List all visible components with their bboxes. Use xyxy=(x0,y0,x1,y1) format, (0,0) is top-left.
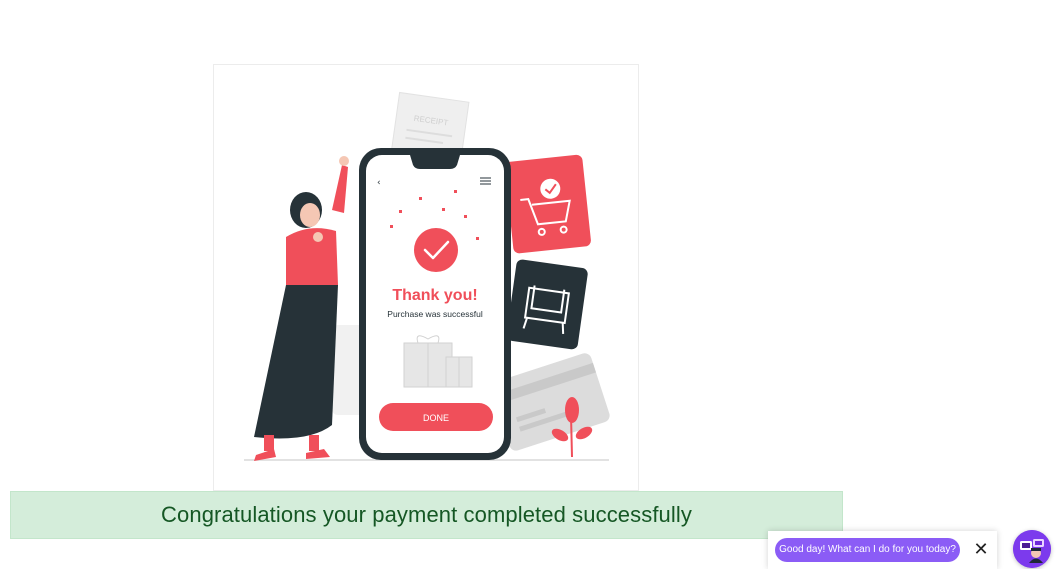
payment-success-message: Congratulations your payment completed s… xyxy=(161,502,692,527)
purchase-success-illustration: RECEIPT ‹ Thank you! Purchase was succes… xyxy=(213,64,639,491)
armchair-card-icon xyxy=(506,259,588,350)
chat-launcher-button[interactable] xyxy=(1013,530,1051,568)
success-check-icon xyxy=(414,228,458,272)
thank-you-heading: Thank you! xyxy=(392,287,477,304)
payment-success-page: RECEIPT ‹ Thank you! Purchase was succes… xyxy=(0,0,1064,569)
done-label: DONE xyxy=(423,413,449,423)
woman-celebrating-icon xyxy=(254,156,349,461)
chat-greeting-bubble[interactable]: Good day! What can I do for you today? xyxy=(775,538,960,562)
chatbot-avatar-icon xyxy=(1013,530,1051,568)
purchase-successful-text: Purchase was successful xyxy=(387,309,483,319)
back-arrow-icon: ‹ xyxy=(377,178,381,188)
chat-greeting-popup: Good day! What can I do for you today? ✕ xyxy=(768,531,997,569)
shopping-cart-card-icon xyxy=(504,154,591,254)
payment-success-banner: Congratulations your payment completed s… xyxy=(10,491,843,539)
smartphone-icon: ‹ Thank you! Purchase was successful DON… xyxy=(359,148,511,460)
close-icon[interactable]: ✕ xyxy=(973,538,989,562)
illustration-svg: RECEIPT ‹ Thank you! Purchase was succes… xyxy=(244,91,610,461)
